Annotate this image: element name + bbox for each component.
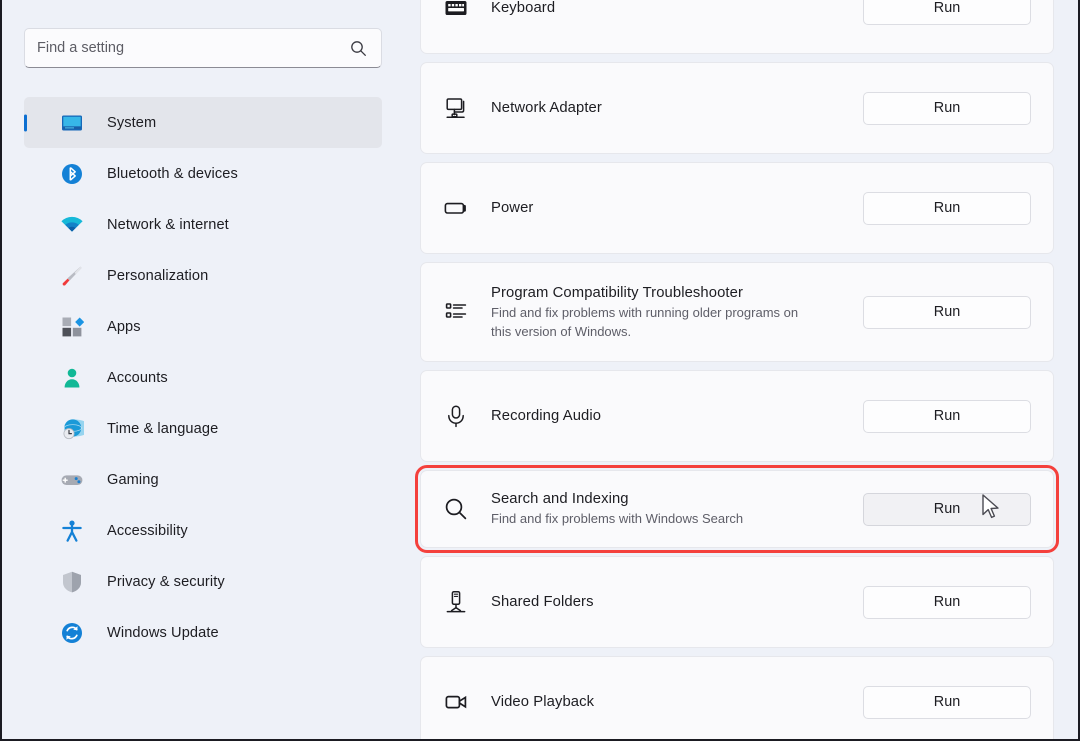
sidebar-item-system[interactable]: System <box>24 97 382 148</box>
sidebar-item-label: Windows Update <box>107 625 219 641</box>
sidebar-item-label: Accessibility <box>107 523 188 539</box>
sidebar-item-time-language[interactable]: Time & language <box>24 403 382 454</box>
globe-clock-icon <box>60 417 84 441</box>
shield-icon <box>60 570 84 594</box>
sidebar-item-accessibility[interactable]: Accessibility <box>24 505 382 556</box>
sidebar-item-apps[interactable]: Apps <box>24 301 382 352</box>
video-camera-icon <box>443 689 469 715</box>
wifi-icon <box>60 213 84 237</box>
run-button[interactable]: Run <box>863 400 1031 433</box>
paintbrush-icon <box>60 264 84 288</box>
shared-folders-icon <box>443 589 469 615</box>
troubleshooter-card[interactable]: Network AdapterRun <box>420 62 1054 154</box>
run-button[interactable]: Run <box>863 0 1031 25</box>
update-sync-icon <box>60 621 84 645</box>
sidebar-item-label: Time & language <box>107 421 218 437</box>
search-icon[interactable] <box>347 37 369 59</box>
sidebar-item-privacy-security[interactable]: Privacy & security <box>24 556 382 607</box>
main-content: KeyboardRunNetwork AdapterRunPowerRunPro… <box>408 0 1080 739</box>
search-box[interactable] <box>24 28 382 68</box>
sidebar-item-label: Gaming <box>107 472 159 488</box>
keyboard-icon <box>443 0 469 21</box>
microphone-icon <box>443 403 469 429</box>
sidebar-item-gaming[interactable]: Gaming <box>24 454 382 505</box>
sidebar-item-label: Bluetooth & devices <box>107 166 238 182</box>
troubleshooter-card[interactable]: Recording AudioRun <box>420 370 1054 462</box>
troubleshooter-text: Network Adapter <box>491 98 863 118</box>
troubleshooter-title: Shared Folders <box>491 592 863 612</box>
settings-window: System Bluetooth & devices Network & inter… <box>0 0 1080 741</box>
troubleshooter-title: Keyboard <box>491 0 863 18</box>
troubleshooter-text: Keyboard <box>491 0 863 18</box>
sidebar-item-label: Accounts <box>107 370 168 386</box>
sidebar-item-label: Personalization <box>107 268 208 284</box>
troubleshooter-card[interactable]: KeyboardRun <box>420 0 1054 54</box>
run-button[interactable]: Run <box>863 493 1031 526</box>
gamepad-icon <box>60 468 84 492</box>
monitor-icon <box>60 111 84 135</box>
troubleshooter-title: Program Compatibility Troubleshooter <box>491 283 863 303</box>
search-magnifier-icon <box>443 496 469 522</box>
troubleshooter-text: Search and IndexingFind and fix problems… <box>491 489 863 529</box>
troubleshooter-title: Video Playback <box>491 692 863 712</box>
troubleshooter-text: Power <box>491 198 863 218</box>
sidebar-item-network-internet[interactable]: Network & internet <box>24 199 382 250</box>
network-adapter-icon <box>443 95 469 121</box>
troubleshooter-text: Program Compatibility TroubleshooterFind… <box>491 283 863 341</box>
sidebar-item-bluetooth-devices[interactable]: Bluetooth & devices <box>24 148 382 199</box>
apps-blocks-icon <box>60 315 84 339</box>
sidebar-item-personalization[interactable]: Personalization <box>24 250 382 301</box>
sidebar-item-accounts[interactable]: Accounts <box>24 352 382 403</box>
run-button[interactable]: Run <box>863 92 1031 125</box>
troubleshooter-title: Power <box>491 198 863 218</box>
troubleshooter-title: Search and Indexing <box>491 489 863 509</box>
troubleshooter-text: Video Playback <box>491 692 863 712</box>
sidebar-item-label: Apps <box>107 319 141 335</box>
troubleshooter-title: Network Adapter <box>491 98 863 118</box>
accessibility-icon <box>60 519 84 543</box>
troubleshooter-card[interactable]: Video PlaybackRun <box>420 656 1054 741</box>
person-icon <box>60 366 84 390</box>
troubleshooter-title: Recording Audio <box>491 406 863 426</box>
troubleshooter-card[interactable]: Search and IndexingFind and fix problems… <box>420 470 1054 548</box>
search-input[interactable] <box>37 40 347 56</box>
sidebar-nav-list: System Bluetooth & devices Network & inter… <box>24 97 382 658</box>
sidebar-item-label: Privacy & security <box>107 574 225 590</box>
sidebar-item-label: System <box>107 115 156 131</box>
troubleshooter-subtitle: Find and fix problems with Windows Searc… <box>491 510 821 529</box>
sidebar-item-label: Network & internet <box>107 217 229 233</box>
run-button[interactable]: Run <box>863 296 1031 329</box>
troubleshooter-text: Recording Audio <box>491 406 863 426</box>
troubleshooter-list: KeyboardRunNetwork AdapterRunPowerRunPro… <box>420 0 1054 741</box>
search-container <box>24 28 382 68</box>
troubleshooter-card[interactable]: PowerRun <box>420 162 1054 254</box>
sidebar-item-windows-update[interactable]: Windows Update <box>24 607 382 658</box>
troubleshooter-text: Shared Folders <box>491 592 863 612</box>
sidebar: System Bluetooth & devices Network & inter… <box>2 0 408 739</box>
battery-icon <box>443 195 469 221</box>
bluetooth-icon <box>60 162 84 186</box>
troubleshooter-subtitle: Find and fix problems with running older… <box>491 304 821 341</box>
run-button[interactable]: Run <box>863 686 1031 719</box>
list-icon <box>443 299 469 325</box>
troubleshooter-card[interactable]: Program Compatibility TroubleshooterFind… <box>420 262 1054 362</box>
troubleshooter-card[interactable]: Shared FoldersRun <box>420 556 1054 648</box>
run-button[interactable]: Run <box>863 192 1031 225</box>
run-button[interactable]: Run <box>863 586 1031 619</box>
